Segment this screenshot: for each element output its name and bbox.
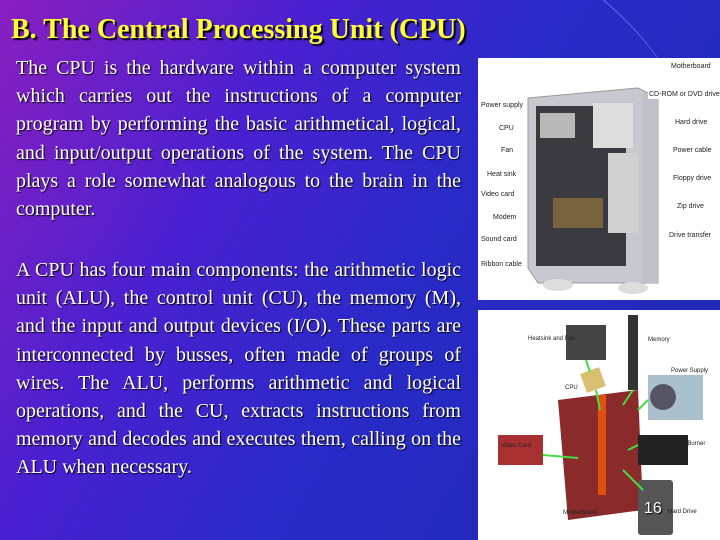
components-drawing [498,315,703,535]
page-number: 16 [644,500,662,517]
computer-components-image: Heatsink and Fan Memory CPU Power Supply… [478,310,720,540]
label-motherboard: Motherboard [670,63,712,71]
label-heat-sink: Heat sink [486,171,518,179]
label-cpu-chip: CPU [565,385,578,391]
label-hard-drive: Hard drive [674,119,709,127]
label-power-cable: Power cable [672,147,713,155]
label-floppy-drive: Floppy drive [672,175,713,183]
slide-title: B. The Central Processing Unit (CPU) [11,14,466,45]
label-power-supply-unit: Power Supply [671,368,709,374]
label-drive-transfer: Drive transfer [668,232,713,240]
label-heatsink-fan: Heatsink and Fan [528,336,576,342]
label-video-card-part: Video Card [501,443,531,449]
label-power-supply: Power supply [480,102,525,110]
label-ribbon-cable: Ribbon cable [480,261,523,269]
label-dvd-burner: Dvd Burner [675,441,706,447]
label-zip-drive: Zip drive [676,203,705,211]
label-motherboard-part: Motherboard [563,510,598,516]
computer-case-image: Power supply CPU Fan Heat sink Video car… [478,58,720,300]
paragraph-cpu-definition: The CPU is the hardware within a compute… [16,57,461,221]
label-video-card: Video card [480,191,516,199]
label-modem: Modem [492,214,518,222]
label-sound-card: Sound card [480,236,518,244]
label-cpu: CPU [498,125,515,133]
label-hard-drive-part: Hard Drive [668,509,697,515]
label-cdrom-drive: CD-ROM or DVD drive [648,91,720,99]
paragraph-cpu-components: A CPU has four main components: the arit… [16,259,461,479]
label-fan: Fan [500,147,515,155]
label-memory: Memory [648,337,670,343]
